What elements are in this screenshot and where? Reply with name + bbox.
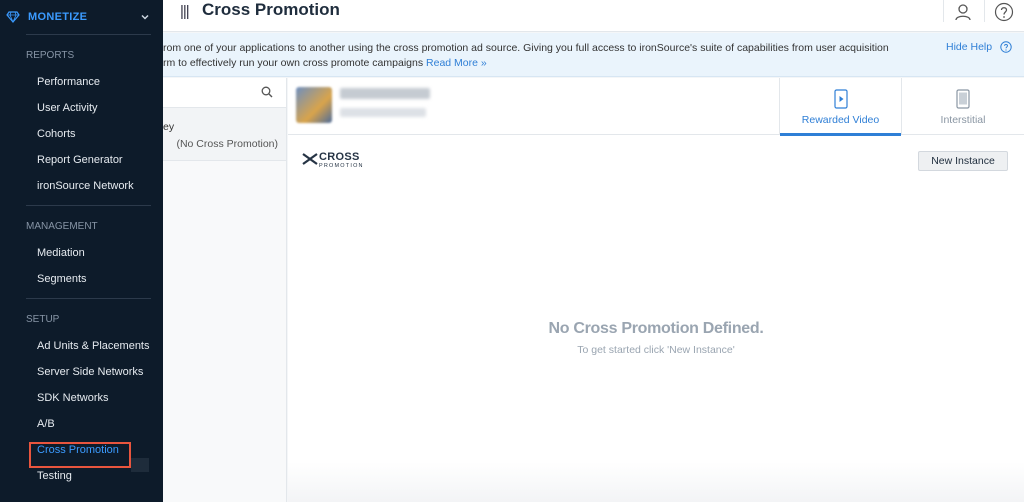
help-text: rom one of your applications to another … bbox=[163, 41, 903, 71]
empty-state-title: No Cross Promotion Defined. bbox=[548, 320, 764, 337]
help-icon[interactable] bbox=[1000, 41, 1012, 53]
tab-interstitial[interactable]: Interstitial bbox=[901, 78, 1024, 135]
page-title: Cross Promotion bbox=[202, 0, 340, 19]
cross-arrows-icon bbox=[302, 153, 318, 165]
sidebar-item-ad-units[interactable]: Ad Units & Placements bbox=[0, 333, 163, 359]
sidebar-item-server-side-networks[interactable]: Server Side Networks bbox=[0, 359, 163, 385]
sidebar-item-ironsource-network[interactable]: ironSource Network bbox=[0, 173, 163, 199]
hide-help-link[interactable]: Hide Help bbox=[946, 41, 992, 53]
app-title-blurred bbox=[340, 88, 430, 99]
app-avatar bbox=[296, 87, 332, 123]
app-name: ey bbox=[163, 121, 175, 133]
section-setup: SETUP bbox=[26, 314, 60, 325]
sidebar-item-ab[interactable]: A/B bbox=[0, 411, 163, 437]
help-icon[interactable] bbox=[994, 2, 1014, 22]
phone-play-icon bbox=[833, 89, 848, 109]
brand-label: MONETIZE bbox=[28, 11, 88, 23]
divider bbox=[26, 205, 151, 206]
phone-icon bbox=[956, 89, 970, 109]
tab-rewarded-video[interactable]: Rewarded Video bbox=[779, 78, 901, 136]
menu-bars-icon[interactable]: ||| bbox=[180, 3, 190, 20]
app-list-panel: ey (No Cross Promotion) bbox=[163, 78, 287, 502]
sidebar-item-report-generator[interactable]: Report Generator bbox=[0, 147, 163, 173]
section-management: MANAGEMENT bbox=[26, 221, 98, 232]
sidebar-item-mediation[interactable]: Mediation bbox=[0, 240, 163, 266]
sidebar-item-sdk-networks[interactable]: SDK Networks bbox=[0, 385, 163, 411]
tab-label: Interstitial bbox=[940, 114, 986, 126]
user-icon[interactable] bbox=[953, 2, 973, 22]
top-header: ||| Cross Promotion bbox=[163, 0, 1024, 32]
sidebar-item-segments[interactable]: Segments bbox=[0, 266, 163, 292]
list-item[interactable]: ey (No Cross Promotion) bbox=[163, 108, 286, 161]
tab-label: Rewarded Video bbox=[801, 114, 880, 126]
sidebar: MONETIZE REPORTS Performance User Activi… bbox=[0, 0, 163, 502]
divider bbox=[26, 34, 151, 35]
bottom-fade bbox=[288, 462, 1024, 502]
diamond-icon bbox=[6, 11, 20, 24]
divider bbox=[26, 298, 151, 299]
help-text-line-1: rom one of your applications to another … bbox=[163, 42, 889, 54]
logo-subtext: PROMOTION bbox=[319, 163, 364, 169]
chevron-down-icon[interactable] bbox=[139, 11, 151, 23]
app-header: Rewarded Video Interstitial bbox=[288, 78, 1024, 136]
divider bbox=[943, 0, 944, 22]
highlight-box bbox=[29, 442, 131, 468]
new-instance-button[interactable]: New Instance bbox=[918, 151, 1008, 171]
read-more-link[interactable]: Read More » bbox=[426, 57, 487, 69]
app-status: (No Cross Promotion) bbox=[176, 138, 278, 150]
search-icon[interactable] bbox=[261, 86, 273, 98]
sidebar-item-user-activity[interactable]: User Activity bbox=[0, 95, 163, 121]
help-banner: rom one of your applications to another … bbox=[163, 33, 1024, 77]
sidebar-item-performance[interactable]: Performance bbox=[0, 69, 163, 95]
brand-menu[interactable]: MONETIZE bbox=[0, 0, 163, 34]
section-reports: REPORTS bbox=[26, 50, 75, 61]
main-content: Rewarded Video Interstitial CROSS PROMOT… bbox=[288, 78, 1024, 502]
help-text-line-2: rm to effectively run your own cross pro… bbox=[163, 57, 424, 69]
empty-state-subtitle: To get started click 'New Instance' bbox=[577, 344, 735, 356]
cursor-ghost bbox=[131, 458, 149, 472]
cross-promotion-logo: CROSS PROMOTION bbox=[302, 151, 363, 171]
app-search[interactable] bbox=[163, 78, 286, 108]
logo-text: CROSS bbox=[319, 151, 360, 163]
divider bbox=[984, 0, 985, 22]
sidebar-item-cohorts[interactable]: Cohorts bbox=[0, 121, 163, 147]
app-subtitle-blurred bbox=[340, 108, 426, 117]
